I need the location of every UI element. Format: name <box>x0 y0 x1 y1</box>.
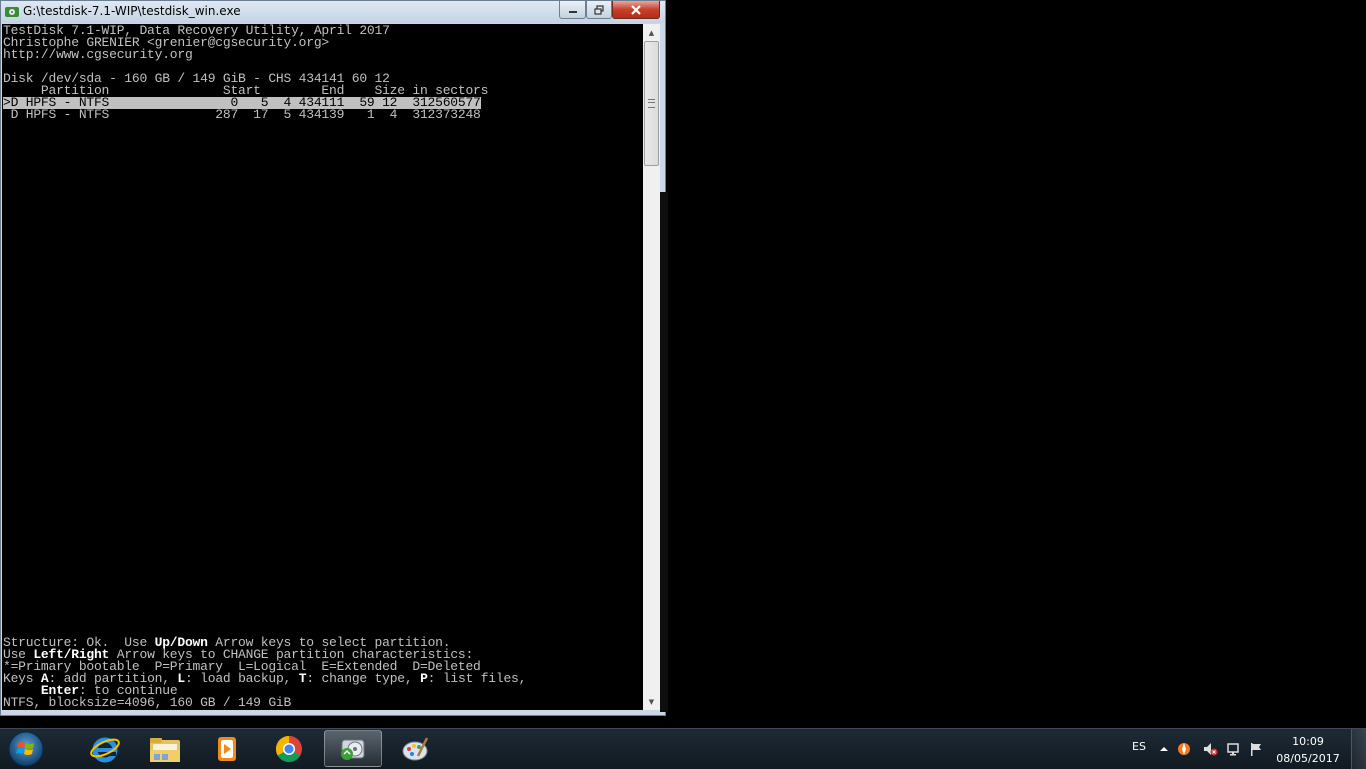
taskbar: ES 10:09 08/05/2017 <box>0 728 1366 769</box>
footer-line-fs-info: NTFS, blocksize=4096, 160 GB / 149 GiB <box>3 695 292 710</box>
tray-network[interactable] <box>1226 741 1242 757</box>
footer-text: : load backup, <box>185 671 299 686</box>
title-bar[interactable]: G:\testdisk-7.1-WIP\testdisk_win.exe <box>1 1 665 23</box>
folder-icon <box>150 737 180 762</box>
tray-action-center[interactable] <box>1248 741 1264 757</box>
console-window[interactable]: G:\testdisk-7.1-WIP\testdisk_win.exe Tes… <box>0 0 666 716</box>
arrow-up-icon: ▲ <box>648 28 655 37</box>
minimize-icon <box>568 10 577 13</box>
close-icon <box>631 4 641 15</box>
chrome-icon <box>275 735 302 762</box>
ie-icon <box>90 737 120 762</box>
clock-time[interactable]: 10:09 <box>1268 735 1348 748</box>
header-line-3: http://www.cgsecurity.org <box>3 47 193 62</box>
tray-avast[interactable] <box>1176 741 1192 757</box>
footer-text: : list files, <box>427 671 527 686</box>
arrow-down-icon: ▼ <box>648 697 655 706</box>
taskbar-paint[interactable] <box>386 730 444 767</box>
terminal-output[interactable]: TestDisk 7.1-WIP, Data Recovery Utility,… <box>2 24 643 710</box>
close-button[interactable] <box>612 1 660 19</box>
flag-icon <box>1251 743 1261 756</box>
show-desktop-button[interactable] <box>1351 729 1366 769</box>
scroll-down-button[interactable]: ▼ <box>643 693 660 710</box>
scroll-up-button[interactable]: ▲ <box>643 24 660 41</box>
restore-icon <box>594 4 604 15</box>
testdisk-icon <box>341 739 365 760</box>
maximize-button[interactable] <box>586 1 612 19</box>
minimize-button[interactable] <box>559 1 586 19</box>
window-title: G:\testdisk-7.1-WIP\testdisk_win.exe <box>23 4 241 18</box>
testdisk-app-icon <box>5 7 19 17</box>
avast-icon <box>1178 743 1190 755</box>
key-hint: P <box>420 671 428 686</box>
network-icon <box>1227 743 1239 756</box>
volume-muted-icon <box>1204 743 1218 756</box>
language-indicator[interactable]: ES <box>1132 740 1146 753</box>
paint-icon <box>402 736 429 760</box>
partition-row[interactable]: D HPFS - NTFS 287 17 5 434139 1 4 312373… <box>3 108 481 121</box>
taskbar-testdisk[interactable] <box>324 730 382 767</box>
media-player-icon <box>218 736 236 761</box>
show-hidden-icons-button[interactable] <box>1156 741 1172 757</box>
windows-logo-icon <box>8 731 44 767</box>
start-button[interactable] <box>6 730 46 768</box>
taskbar-internet-explorer[interactable] <box>76 730 134 767</box>
vertical-scrollbar[interactable]: ▲ ▼ <box>643 24 660 710</box>
tray-volume[interactable] <box>1202 741 1218 757</box>
grip-icon <box>648 99 655 108</box>
taskbar-file-explorer[interactable] <box>136 730 194 767</box>
taskbar-chrome[interactable] <box>260 730 318 767</box>
chevron-up-icon <box>1160 747 1168 751</box>
scroll-thumb[interactable] <box>644 41 659 166</box>
taskbar-media-player[interactable] <box>198 730 256 767</box>
system-tray: ES 10:09 08/05/2017 <box>1106 729 1366 769</box>
footer-text: : change type, <box>306 671 421 686</box>
clock-date[interactable]: 08/05/2017 <box>1268 752 1348 765</box>
key-hint: L <box>177 671 185 686</box>
background-strip <box>660 192 668 712</box>
